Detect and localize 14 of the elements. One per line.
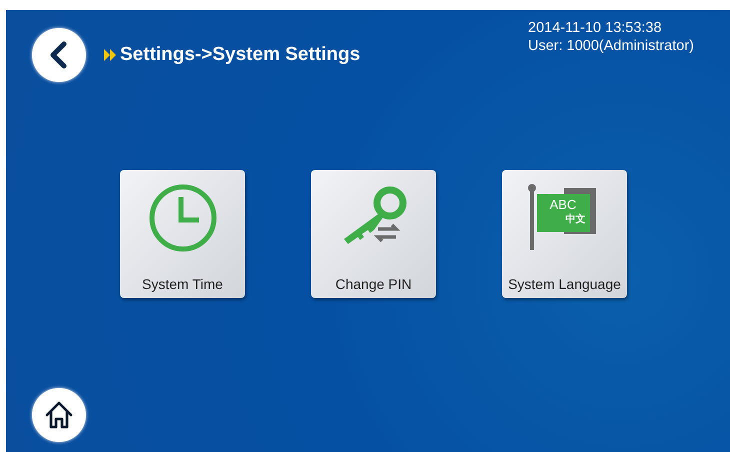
back-button[interactable] <box>32 28 86 82</box>
icon-text: ABC <box>548 197 578 212</box>
clock-icon <box>148 182 218 254</box>
flagpole-icon <box>528 184 536 250</box>
icon-subtext: 中文 <box>566 212 586 226</box>
breadcrumb-title: Settings->System Settings <box>120 44 360 66</box>
home-button[interactable] <box>32 388 86 442</box>
user-info: User: 1000(Administrator) <box>528 38 694 54</box>
settings-tile[interactable]: System Time <box>120 170 245 298</box>
settings-tile[interactable]: Change PIN <box>311 170 436 298</box>
home-icon <box>44 400 74 430</box>
date-time: 2014-11-10 13:53:38 <box>528 20 663 36</box>
settings-tile[interactable]: ABC 中文 System Language <box>502 170 627 298</box>
double-chevron-icon <box>104 48 118 62</box>
